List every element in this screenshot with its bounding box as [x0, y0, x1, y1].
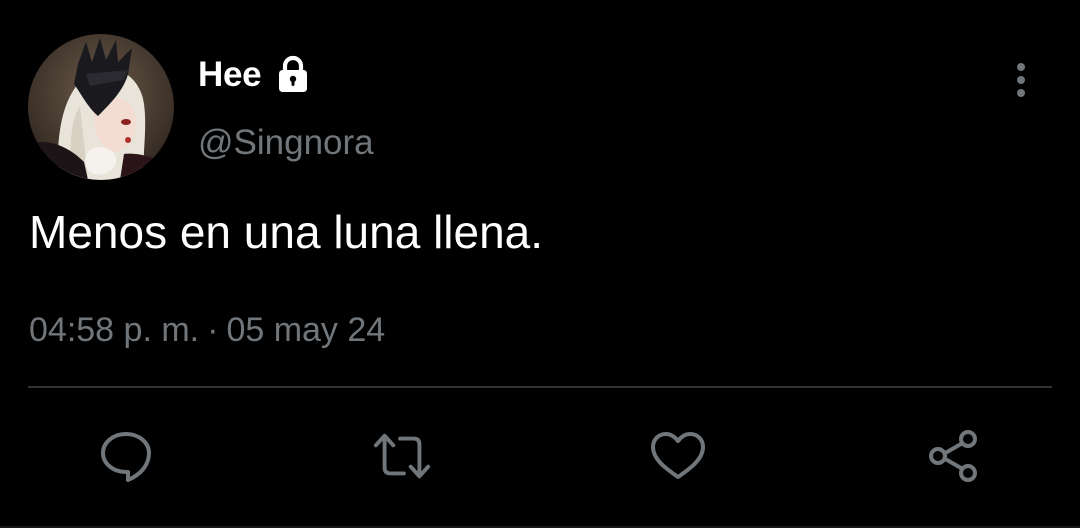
display-name[interactable]: Hee	[198, 54, 262, 96]
more-vertical-icon	[1017, 63, 1025, 97]
tweet-date: 05 may 24	[226, 311, 386, 349]
reply-button[interactable]	[96, 426, 156, 486]
lock-icon	[273, 55, 313, 95]
avatar[interactable]	[28, 34, 174, 180]
share-button[interactable]	[924, 426, 984, 486]
retweet-icon	[373, 433, 431, 479]
meta-separator: ·	[207, 311, 219, 349]
author-name-row: Hee	[198, 54, 313, 96]
more-options-button[interactable]	[1000, 56, 1042, 104]
retweet-button[interactable]	[372, 426, 432, 486]
tweet-text: Menos en una luna llena.	[29, 206, 544, 258]
like-button[interactable]	[648, 426, 708, 486]
reply-icon	[101, 432, 151, 482]
user-handle[interactable]: @Singnora	[198, 122, 374, 164]
tweet-timestamp[interactable]: 04:58 p. m. · 05 may 24	[29, 308, 385, 352]
divider	[28, 386, 1052, 388]
avatar-image	[28, 34, 174, 180]
share-icon	[929, 430, 977, 482]
tweet-time: 04:58 p. m.	[29, 311, 200, 349]
heart-icon	[651, 432, 705, 479]
